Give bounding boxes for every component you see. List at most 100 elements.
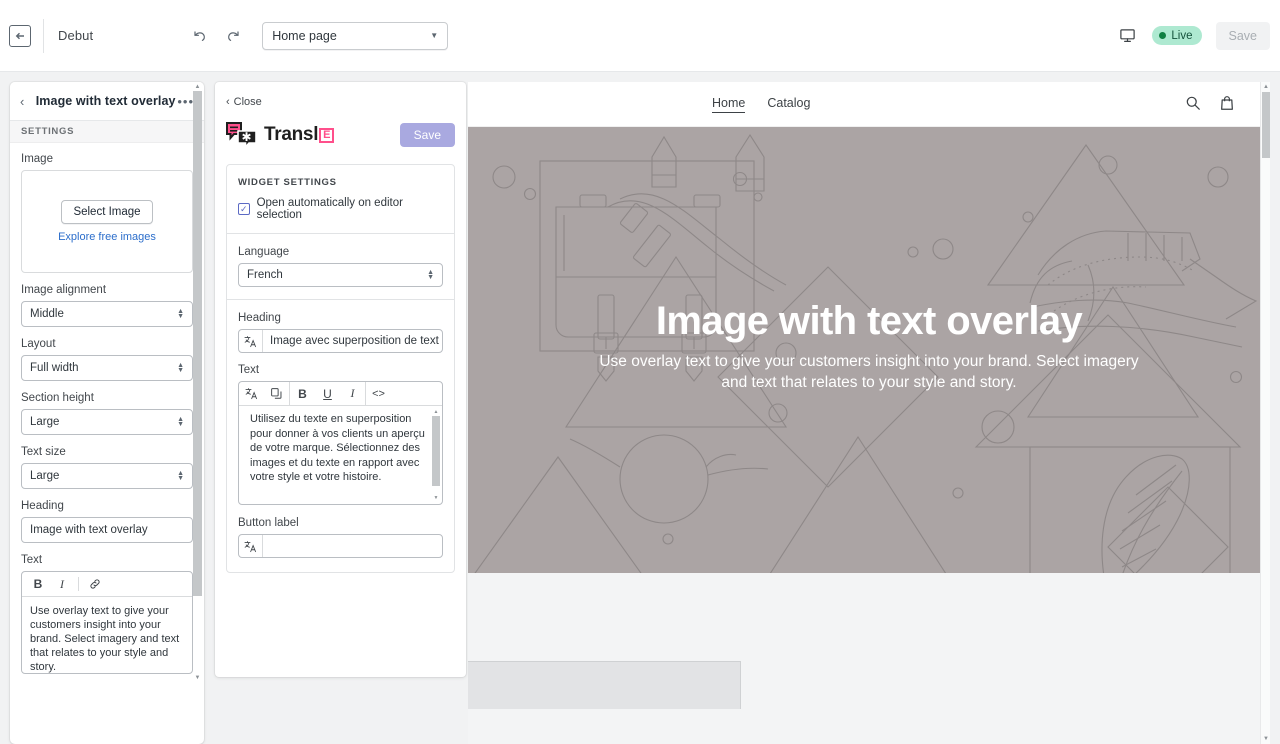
storefront-nav-links: Home Catalog xyxy=(712,96,810,113)
image-picker[interactable]: Select Image Explore free images xyxy=(21,170,193,273)
history-controls xyxy=(188,25,244,47)
settings-section-label: SETTINGS xyxy=(10,121,204,143)
rich-text-content[interactable]: Use overlay text to give your customers … xyxy=(22,597,192,673)
scroll-down-icon[interactable]: ▼ xyxy=(432,494,440,502)
image-alignment-field-group: Image alignment Middle ▲▼ xyxy=(21,284,193,327)
top-bar: Debut Home page ▼ Live xyxy=(0,0,1280,72)
undo-icon[interactable] xyxy=(188,25,210,47)
card-divider xyxy=(227,299,454,300)
chevron-down-icon: ▼ xyxy=(430,31,438,40)
stepper-icon: ▲▼ xyxy=(177,363,184,373)
widget-heading-value[interactable]: Image avec superposition de text xyxy=(263,330,442,352)
sidebar-back-button[interactable]: ‹ xyxy=(20,94,34,109)
select-image-button[interactable]: Select Image xyxy=(61,200,152,224)
widget-rich-text-editor: B U I <> Utilisez du texte en superposit… xyxy=(238,381,443,505)
widget-heading-label: Heading xyxy=(238,312,443,324)
italic-button[interactable]: I xyxy=(50,574,74,595)
theme-name: Debut xyxy=(58,28,93,43)
brand-word: Transl xyxy=(264,124,318,146)
translate-icon[interactable] xyxy=(239,382,264,405)
layout-value: Full width xyxy=(30,362,79,374)
shopping-bag-icon[interactable] xyxy=(1219,95,1235,114)
heading-field-group: Heading Image with text overlay xyxy=(21,500,193,543)
preview-scrollbar[interactable]: ▲ ▼ xyxy=(1260,82,1270,744)
open-automatically-checkbox[interactable]: ✓ xyxy=(238,203,250,215)
language-select[interactable]: French ▲▼ xyxy=(238,263,443,287)
next-section-block xyxy=(468,661,741,709)
translate-icon[interactable] xyxy=(239,330,263,352)
scroll-up-icon[interactable]: ▲ xyxy=(432,408,440,416)
stepper-icon: ▲▼ xyxy=(177,471,184,481)
text-label: Text xyxy=(21,554,193,566)
image-alignment-select[interactable]: Middle ▲▼ xyxy=(21,301,193,327)
scroll-down-icon[interactable]: ▼ xyxy=(1261,734,1270,744)
layout-select[interactable]: Full width ▲▼ xyxy=(21,355,193,381)
text-field-group: Text B I Use overlay text to giv xyxy=(21,554,193,674)
translate-icon[interactable] xyxy=(239,535,263,557)
rich-text-editor: B I Use overlay text to give your custom… xyxy=(21,571,193,674)
italic-button[interactable]: I xyxy=(340,382,365,405)
layout-field-group: Layout Full width ▲▼ xyxy=(21,338,193,381)
scroll-down-icon[interactable]: ▼ xyxy=(193,673,202,682)
sidebar-header: ‹ Image with text overlay ••• xyxy=(10,82,204,121)
heading-input[interactable]: Image with text overlay xyxy=(21,517,193,543)
exit-to-dashboard-icon[interactable] xyxy=(9,25,31,47)
topbar-divider xyxy=(43,19,44,53)
button-label-input-row[interactable] xyxy=(238,534,443,558)
widget-close-button[interactable]: ‹ Close xyxy=(226,96,455,108)
section-settings-sidebar: ‹ Image with text overlay ••• SETTINGS I… xyxy=(10,82,204,744)
hero-heading: Image with text overlay xyxy=(478,298,1260,344)
sidebar-scrollbar[interactable]: ▲ ▼ xyxy=(193,82,202,682)
widget-close-label: Close xyxy=(234,96,262,108)
section-height-field-group: Section height Large ▲▼ xyxy=(21,392,193,435)
widget-settings-card: WIDGET SETTINGS ✓ Open automatically on … xyxy=(226,164,455,573)
html-code-button[interactable]: <> xyxy=(366,382,391,405)
sidebar-more-menu-icon[interactable]: ••• xyxy=(177,94,194,109)
scrollbar-thumb[interactable] xyxy=(432,416,440,486)
widget-rich-text-content[interactable]: Utilisez du texte en superposition pour … xyxy=(239,406,442,504)
button-label-value[interactable] xyxy=(263,535,442,557)
svg-text:✱: ✱ xyxy=(241,130,251,144)
live-dot-icon xyxy=(1159,32,1166,39)
toolbar-divider xyxy=(78,577,79,591)
stepper-icon: ▲▼ xyxy=(177,417,184,427)
scroll-up-icon[interactable]: ▲ xyxy=(1261,82,1270,92)
check-icon: ✓ xyxy=(240,204,248,215)
widget-text-scrollbar[interactable]: ▲ ▼ xyxy=(432,408,440,502)
widget-text-field-group: Text xyxy=(238,364,443,505)
text-size-select[interactable]: Large ▲▼ xyxy=(21,463,193,489)
redo-icon[interactable] xyxy=(222,25,244,47)
widget-heading-input-row[interactable]: Image avec superposition de text xyxy=(238,329,443,353)
save-button[interactable]: Save xyxy=(1216,22,1271,50)
section-height-select[interactable]: Large ▲▼ xyxy=(21,409,193,435)
chevron-left-icon: ‹ xyxy=(226,96,230,108)
link-icon[interactable] xyxy=(83,574,107,595)
desktop-preview-icon[interactable] xyxy=(1116,25,1138,47)
scroll-up-icon[interactable]: ▲ xyxy=(193,82,202,91)
widget-rich-text-toolbar: B U I <> xyxy=(239,382,442,406)
widget-brand-row: ✱ Transl E Save xyxy=(226,119,455,151)
scrollbar-thumb[interactable] xyxy=(193,91,202,596)
bold-button[interactable]: B xyxy=(290,382,315,405)
store-preview: Home Catalog xyxy=(468,82,1270,744)
open-automatically-label: Open automatically on editor selection xyxy=(257,197,443,221)
open-automatically-row[interactable]: ✓ Open automatically on editor selection xyxy=(238,197,443,221)
next-section-area xyxy=(468,573,1270,744)
text-size-label: Text size xyxy=(21,446,193,458)
nav-link-home[interactable]: Home xyxy=(712,96,745,113)
bold-button[interactable]: B xyxy=(26,574,50,595)
explore-free-images-link[interactable]: Explore free images xyxy=(58,231,156,243)
scrollbar-thumb[interactable] xyxy=(1262,92,1270,158)
copy-icon[interactable] xyxy=(264,382,289,405)
underline-button[interactable]: U xyxy=(315,382,340,405)
card-divider xyxy=(227,233,454,234)
search-icon[interactable] xyxy=(1185,95,1201,114)
live-label: Live xyxy=(1171,30,1192,42)
workspace: ‹ Image with text overlay ••• SETTINGS I… xyxy=(0,72,1280,720)
nav-link-catalog[interactable]: Catalog xyxy=(767,96,810,113)
translation-widget-panel: ‹ Close ✱ Transl E Save WIDGET SETTINGS xyxy=(215,82,466,677)
text-size-value: Large xyxy=(30,470,59,482)
storefront-nav: Home Catalog xyxy=(468,82,1270,127)
page-selector[interactable]: Home page ▼ xyxy=(262,22,448,50)
widget-save-button[interactable]: Save xyxy=(400,123,455,147)
